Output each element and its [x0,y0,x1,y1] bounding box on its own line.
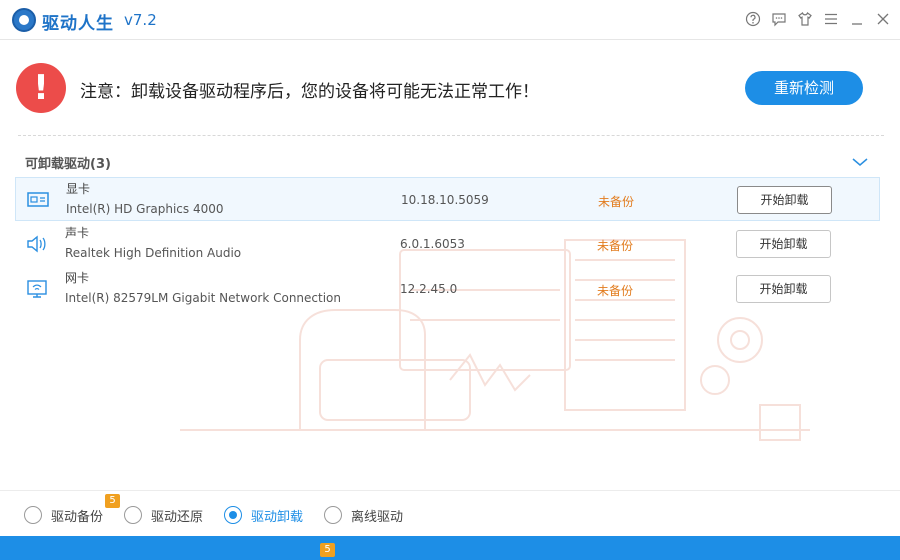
radio-circle[interactable] [124,506,142,524]
driver-version: 12.2.45.0 [400,282,458,296]
driver-name: Intel(R) 82579LM Gigabit Network Connect… [65,291,341,305]
backup-count-badge: 5 [105,494,120,508]
radio-driver-restore[interactable]: 驱动还原 [124,505,203,525]
radio-label: 驱动卸载 [251,509,304,525]
radio-offline-driver[interactable]: 离线驱动 [324,505,403,525]
uninstall-button[interactable]: 开始卸载 [736,275,831,303]
driver-version: 6.0.1.6053 [400,237,465,251]
app-title: 驱动人生 [42,14,114,34]
app-logo-icon [12,8,36,32]
divider [18,135,884,136]
driver-name: Intel(R) HD Graphics 4000 [66,202,224,216]
driver-name: Realtek High Definition Audio [65,246,242,260]
radio-circle[interactable] [24,506,42,524]
network-card-icon [25,279,49,299]
rescan-button[interactable]: 重新检测 [745,71,863,105]
uninstall-button[interactable]: 开始卸载 [737,186,832,214]
driver-row[interactable]: 显卡 Intel(R) HD Graphics 4000 10.18.10.50… [15,177,880,221]
nav-count-badge: 5 [320,543,335,557]
driver-row[interactable]: 网卡 Intel(R) 82579LM Gigabit Network Conn… [15,267,880,311]
help-icon[interactable] [744,9,762,29]
skin-icon[interactable] [796,9,814,29]
mode-selector: 驱动备份 5 驱动还原 驱动卸载 离线驱动 [0,490,900,536]
radio-circle[interactable] [324,506,342,524]
backup-status: 未备份 [597,239,634,253]
graphics-card-icon [26,190,50,210]
chevron-down-icon[interactable] [851,154,869,168]
app-version: v7.2 [124,11,157,29]
radio-driver-backup[interactable]: 驱动备份 [24,505,103,525]
window-controls [744,9,892,29]
backup-status: 未备份 [598,195,635,209]
minimize-icon[interactable] [848,9,866,29]
uninstall-button[interactable]: 开始卸载 [736,230,831,258]
warning-message: 注意：卸载设备驱动程序后，您的设备将可能无法正常工作！ [80,82,539,102]
radio-circle[interactable] [224,506,242,524]
section-title: 可卸载驱动(3) [25,157,111,172]
menu-icon[interactable] [822,9,840,29]
backup-status: 未备份 [597,284,634,298]
driver-version: 10.18.10.5059 [401,193,489,207]
radio-driver-uninstall[interactable]: 驱动卸载 [224,505,303,525]
radio-label: 离线驱动 [351,509,404,525]
radio-label: 驱动备份 [51,509,104,525]
driver-row[interactable]: 声卡 Realtek High Definition Audio 6.0.1.6… [15,222,880,266]
driver-type: 显卡 [66,182,91,196]
feedback-icon[interactable] [770,9,788,29]
close-icon[interactable] [874,9,892,29]
driver-type: 网卡 [65,271,90,285]
radio-label: 驱动还原 [151,509,204,525]
speaker-icon [25,234,49,254]
bottom-nav-bar: 5 [0,536,900,560]
warning-icon: ! [16,63,66,113]
driver-type: 声卡 [65,226,90,240]
title-bar: 驱动人生 v7.2 [0,0,900,40]
